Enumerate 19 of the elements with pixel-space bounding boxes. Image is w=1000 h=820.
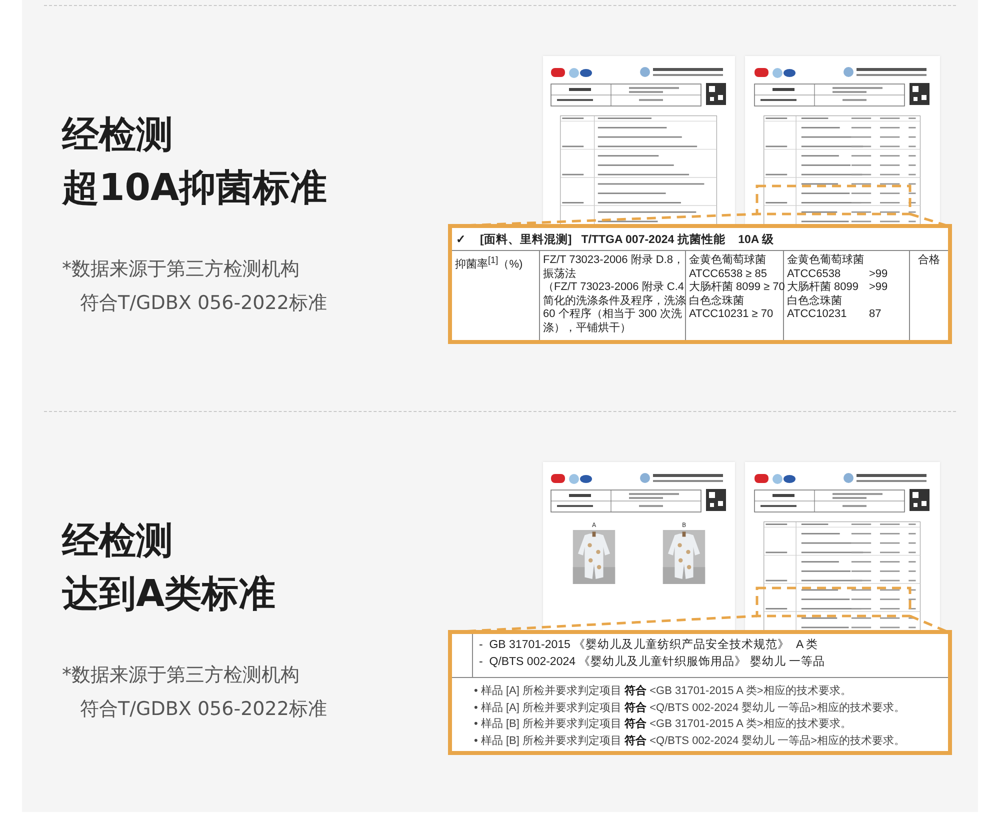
source-note: *数据来源于第三方检测机构 bbox=[62, 663, 300, 688]
source-note: *数据来源于第三方检测机构 bbox=[62, 257, 300, 282]
table-cell: 金黄色葡萄球菌 ATCC6538 >99 大肠杆菌 8099 >99 白色念珠菌 ATCC10231 87 bbox=[784, 251, 910, 340]
standard-line: - GB 31701-2015 《婴幼儿及儿童纺织产品安全技术规范》 A 类 bbox=[479, 637, 820, 653]
table-cell: 金黄色葡萄球菌 ATCC6538 ≥ 85 大肠杆菌 8099 ≥ 70 白色念珠菌 ATCC10231 ≥ 70 bbox=[686, 251, 784, 340]
standard-note: 符合T/GDBX 056-2022标准 bbox=[79, 291, 327, 316]
conclusion-line: • 样品 [A] 所检并要求判定项目 符合 <Q/BTS 002-2024 婴幼儿 一等品>相应的技术要求。 bbox=[474, 700, 906, 716]
table-cell: FZ/T 73023-2006 附录 D.8， 振荡法 （FZ/T 73023-2006 附录 C.4 简化的洗涤条件及程序，洗涤 60 个程序（相当于 300 次洗 涤），平铺烘干） bbox=[540, 251, 686, 340]
conclusion-line: • 样品 [B] 所检并要求判定项目 符合 <GB 31701-2015 A 类>相应的技术要求。 bbox=[474, 716, 852, 732]
table-heading: [面料、里料混测] T/TTGA 007-2024 抗菌性能 10A 级 bbox=[480, 232, 774, 246]
headline: 经检测 超10A抑菌标准 bbox=[62, 112, 328, 211]
table-cell-text: 合格 bbox=[917, 253, 941, 268]
headline: 经检测 达到A类标准 bbox=[62, 518, 276, 617]
standard-note: 符合T/GDBX 056-2022标准 bbox=[79, 697, 327, 722]
check-icon: ✓ bbox=[456, 232, 466, 246]
conclusion-line: • 样品 [B] 所检并要求判定项目 符合 <Q/BTS 002-2024 婴幼儿 一等品>相应的技术要求。 bbox=[474, 734, 906, 748]
conclusion-line: • 样品 [A] 所检并要求判定项目 符合 <GB 31701-2015 A 类>相应的技术要求。 bbox=[474, 684, 852, 699]
standard-line: - Q/BTS 002-2024 《婴幼儿及儿童针织服饰用品》 婴幼儿 一等品 bbox=[479, 654, 826, 670]
table-cell: 抑菌率$^{[1]}$（%) bbox=[452, 251, 540, 340]
